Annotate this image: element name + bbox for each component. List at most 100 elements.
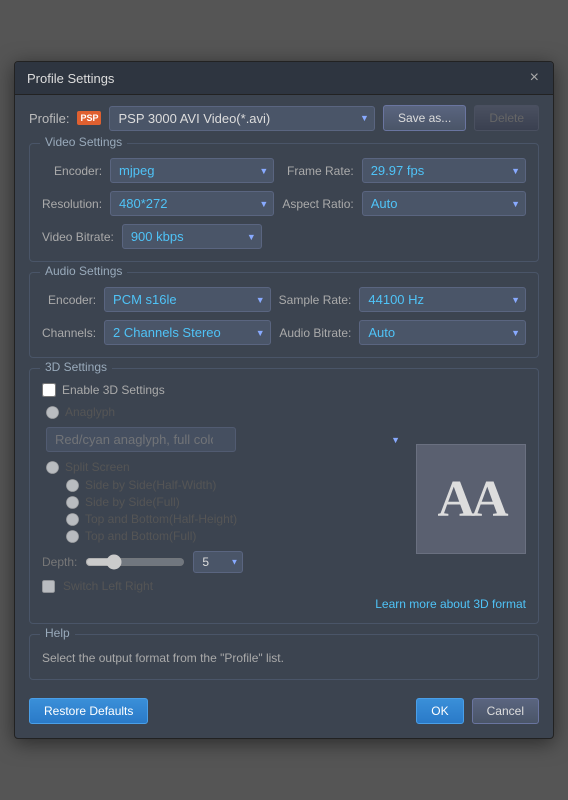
- encoder-select[interactable]: mjpeg: [110, 158, 274, 183]
- side-half-radio-label[interactable]: Side by Side(Half-Width): [66, 478, 406, 492]
- audio-settings-grid: Encoder: PCM s16le Sample Rate: 44100 Hz…: [42, 287, 526, 345]
- anaglyph-radio[interactable]: [46, 406, 59, 419]
- learn-more-link[interactable]: Learn more about 3D format: [42, 597, 526, 611]
- cancel-button[interactable]: Cancel: [472, 698, 539, 724]
- delete-button[interactable]: Delete: [474, 105, 539, 131]
- sub-radio-group: Side by Side(Half-Width) Side by Side(Fu…: [46, 478, 406, 543]
- audio-bitrate-select[interactable]: Auto: [359, 320, 526, 345]
- sample-rate-select[interactable]: 44100 Hz: [359, 287, 526, 312]
- side-half-radio[interactable]: [66, 479, 79, 492]
- profile-row: Profile: PSP PSP 3000 AVI Video(*.avi) S…: [29, 105, 539, 131]
- profile-select[interactable]: PSP 3000 AVI Video(*.avi): [109, 106, 374, 131]
- ok-button[interactable]: OK: [416, 698, 463, 724]
- preview-text: AA: [437, 470, 504, 529]
- audio-settings-content: Encoder: PCM s16le Sample Rate: 44100 Hz…: [42, 287, 526, 345]
- audio-settings-title: Audio Settings: [40, 264, 127, 278]
- aspect-ratio-select-wrapper[interactable]: Auto: [362, 191, 526, 216]
- dialog-body: Profile: PSP PSP 3000 AVI Video(*.avi) S…: [15, 95, 553, 738]
- video-settings-grid: Encoder: mjpeg Frame Rate: 29.97 fps Res…: [42, 158, 526, 216]
- anaglyph-select[interactable]: Red/cyan anaglyph, full color: [46, 427, 236, 452]
- aspect-ratio-select[interactable]: Auto: [362, 191, 526, 216]
- encoder-label: Encoder:: [42, 164, 102, 178]
- sample-rate-label: Sample Rate:: [279, 293, 352, 307]
- dialog-title: Profile Settings: [27, 71, 114, 86]
- profile-icon: PSP: [77, 111, 101, 125]
- profile-select-wrapper[interactable]: PSP 3000 AVI Video(*.avi): [109, 106, 374, 131]
- three-d-settings-title: 3D Settings: [40, 360, 112, 374]
- preview-box: AA: [416, 444, 526, 554]
- depth-row: Depth:: [42, 551, 406, 573]
- anaglyph-row: Red/cyan anaglyph, full color: [46, 427, 406, 452]
- help-title: Help: [40, 626, 75, 640]
- anaglyph-select-wrapper[interactable]: Red/cyan anaglyph, full color: [46, 427, 406, 452]
- video-bitrate-select-wrapper[interactable]: 900 kbps: [122, 224, 262, 249]
- footer-right: OK Cancel: [416, 698, 539, 724]
- channels-label: Channels:: [42, 326, 96, 340]
- title-bar: Profile Settings ×: [15, 62, 553, 95]
- audio-encoder-select-wrapper[interactable]: PCM s16le: [104, 287, 271, 312]
- help-text: Select the output format from the "Profi…: [42, 649, 526, 667]
- audio-encoder-label: Encoder:: [42, 293, 96, 307]
- three-d-settings-content: Enable 3D Settings Anaglyph: [42, 383, 526, 611]
- split-screen-radio-label[interactable]: Split Screen: [46, 460, 406, 474]
- switch-left-right-label: Switch Left Right: [63, 579, 153, 593]
- footer-row: Restore Defaults OK Cancel: [29, 690, 539, 728]
- frame-rate-select-wrapper[interactable]: 29.97 fps: [362, 158, 526, 183]
- top-full-radio-label[interactable]: Top and Bottom(Full): [66, 529, 406, 543]
- close-button[interactable]: ×: [528, 70, 541, 86]
- video-settings-title: Video Settings: [40, 135, 127, 149]
- three-d-layout: Anaglyph Red/cyan anaglyph, full color: [42, 405, 526, 593]
- side-full-text: Side by Side(Full): [85, 495, 180, 509]
- sample-rate-select-wrapper[interactable]: 44100 Hz: [359, 287, 526, 312]
- depth-input[interactable]: [193, 551, 243, 573]
- audio-bitrate-select-wrapper[interactable]: Auto: [359, 320, 526, 345]
- top-full-radio[interactable]: [66, 530, 79, 543]
- channels-select[interactable]: 2 Channels Stereo: [104, 320, 271, 345]
- video-bitrate-row: Video Bitrate: 900 kbps: [42, 224, 526, 249]
- switch-row: Switch Left Right: [42, 579, 406, 593]
- enable-3d-label[interactable]: Enable 3D Settings: [42, 383, 526, 397]
- anaglyph-radio-label[interactable]: Anaglyph: [46, 405, 406, 419]
- resolution-select-wrapper[interactable]: 480*272: [110, 191, 274, 216]
- save-as-button[interactable]: Save as...: [383, 105, 466, 131]
- depth-value-box: [193, 551, 243, 573]
- side-full-radio[interactable]: [66, 496, 79, 509]
- video-settings-section: Video Settings Encoder: mjpeg Frame Rate…: [29, 143, 539, 262]
- resolution-label: Resolution:: [42, 197, 102, 211]
- video-settings-content: Encoder: mjpeg Frame Rate: 29.97 fps Res…: [42, 158, 526, 249]
- learn-more-row: Learn more about 3D format: [42, 597, 526, 611]
- frame-rate-label: Frame Rate:: [282, 164, 353, 178]
- profile-settings-dialog: Profile Settings × Profile: PSP PSP 3000…: [14, 61, 554, 739]
- restore-defaults-button[interactable]: Restore Defaults: [29, 698, 148, 724]
- top-half-radio[interactable]: [66, 513, 79, 526]
- resolution-select[interactable]: 480*272: [110, 191, 274, 216]
- top-half-text: Top and Bottom(Half-Height): [85, 512, 237, 526]
- three-d-settings-section: 3D Settings Enable 3D Settings Anaglyph: [29, 368, 539, 624]
- top-half-radio-label[interactable]: Top and Bottom(Half-Height): [66, 512, 406, 526]
- three-d-left: Anaglyph Red/cyan anaglyph, full color: [42, 405, 406, 593]
- three-d-right: AA: [416, 405, 526, 593]
- audio-bitrate-label: Audio Bitrate:: [279, 326, 352, 340]
- frame-rate-select[interactable]: 29.97 fps: [362, 158, 526, 183]
- audio-encoder-select[interactable]: PCM s16le: [104, 287, 271, 312]
- video-bitrate-label: Video Bitrate:: [42, 230, 114, 244]
- top-full-text: Top and Bottom(Full): [85, 529, 196, 543]
- split-screen-radio[interactable]: [46, 461, 59, 474]
- split-screen-text: Split Screen: [65, 460, 130, 474]
- side-half-text: Side by Side(Half-Width): [85, 478, 216, 492]
- depth-label: Depth:: [42, 555, 77, 569]
- encoder-select-wrapper[interactable]: mjpeg: [110, 158, 274, 183]
- enable-3d-checkbox[interactable]: [42, 383, 56, 397]
- anaglyph-text: Anaglyph: [65, 405, 115, 419]
- video-bitrate-select[interactable]: 900 kbps: [122, 224, 262, 249]
- help-section: Help Select the output format from the "…: [29, 634, 539, 680]
- channels-select-wrapper[interactable]: 2 Channels Stereo: [104, 320, 271, 345]
- side-full-radio-label[interactable]: Side by Side(Full): [66, 495, 406, 509]
- aspect-ratio-label: Aspect Ratio:: [282, 197, 353, 211]
- audio-settings-section: Audio Settings Encoder: PCM s16le Sample…: [29, 272, 539, 358]
- profile-label: Profile:: [29, 111, 69, 126]
- enable-3d-text: Enable 3D Settings: [62, 383, 165, 397]
- switch-left-right-checkbox[interactable]: [42, 580, 55, 593]
- radio-group: Anaglyph Red/cyan anaglyph, full color: [42, 405, 406, 543]
- depth-slider[interactable]: [85, 554, 185, 570]
